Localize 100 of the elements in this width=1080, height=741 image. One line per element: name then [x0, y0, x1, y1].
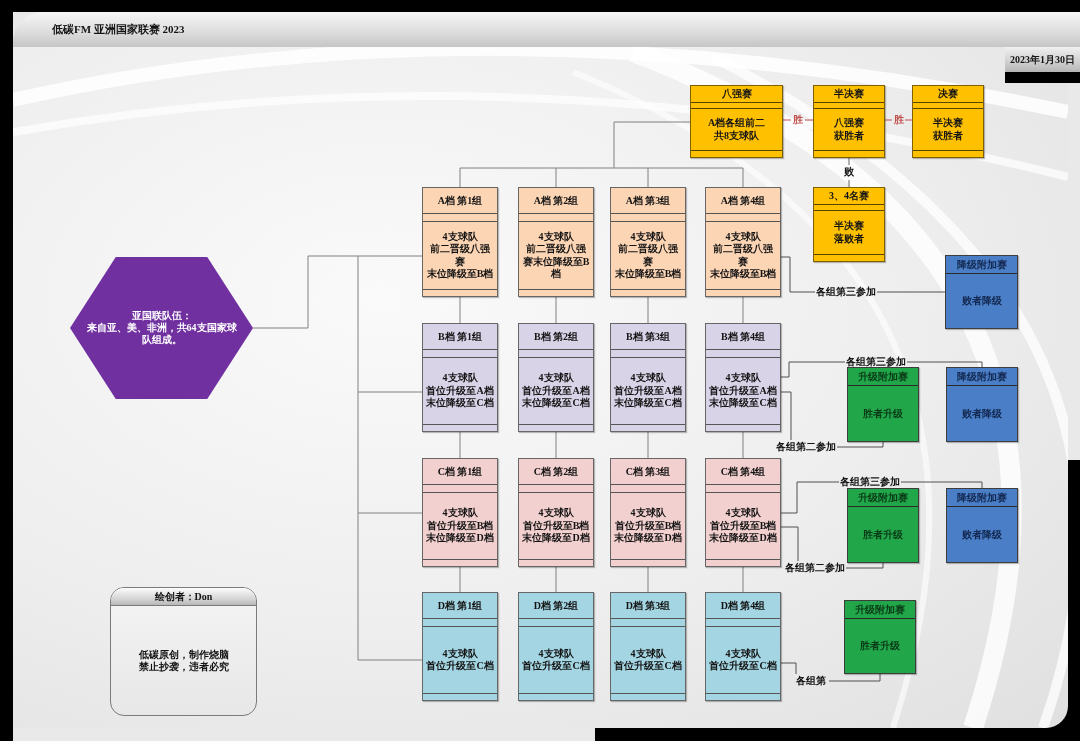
group-text: 末位降级至C档	[614, 397, 682, 410]
group-title: A档 第2组	[533, 193, 579, 208]
connector-label: 各组第三参加	[846, 357, 906, 367]
match-text: 获胜者	[834, 129, 864, 142]
group-text: 4支球队	[442, 507, 478, 520]
playoff-description: 败者降级	[962, 527, 1002, 542]
group-text: 4支球队	[442, 230, 478, 243]
connector-line	[647, 566, 649, 593]
group-text: 首位升级至B档	[709, 519, 777, 532]
credit-text: 低碳原创，制作烧脑	[138, 648, 229, 660]
match-text: 获胜者	[933, 129, 963, 142]
group-text: 末位降级至D档	[522, 532, 590, 545]
group-text: 4支球队	[630, 372, 666, 385]
connector-label: 胜	[893, 115, 904, 125]
slide-title: 低碳FM 亚洲国家联赛 2023	[52, 22, 185, 37]
group-title: B档 第3组	[625, 329, 671, 344]
group-text: 首位升级至C档	[426, 660, 494, 673]
connector-line	[647, 296, 649, 324]
connector-line	[782, 119, 814, 121]
group-text: 末位降级至B档	[426, 268, 494, 281]
group-title: D档 第2组	[533, 598, 579, 613]
group-text: 首位升级至A档	[426, 384, 494, 397]
group-title: C档 第4组	[720, 464, 766, 479]
team-pool-text: 来自亚、美、非洲，共64支国家球队组成。	[85, 322, 238, 346]
connector-line	[848, 157, 850, 188]
group-text: 4支球队	[725, 507, 761, 520]
group-text: 末位降级至D档	[709, 532, 777, 545]
group-text: 前二晋级八强赛	[429, 243, 491, 268]
group-text: 4支球队	[442, 647, 478, 660]
group-text: 4支球队	[538, 507, 574, 520]
group-text: 4支球队	[725, 372, 761, 385]
connector-line	[742, 296, 744, 324]
playoff-description: 胜者升级	[863, 527, 903, 542]
playoff-title: 降级附加赛	[957, 369, 1007, 384]
playoff-title: 升级附加赛	[858, 369, 908, 384]
group-title: A档 第4组	[720, 193, 766, 208]
group-title: C档 第3组	[625, 464, 671, 479]
playoff-description: 败者降级	[961, 294, 1002, 308]
group-title: C档 第2组	[533, 464, 579, 479]
match-text: 落败者	[834, 232, 864, 245]
connector-label: 各组第二参加	[785, 563, 845, 573]
group-title: B档 第2组	[533, 329, 579, 344]
connector-label: 各组第三参加	[840, 477, 900, 487]
group-text: 4支球队	[725, 647, 761, 660]
connector-line	[555, 431, 557, 459]
group-text: 末位降级至B档	[709, 268, 777, 281]
group-title: D档 第3组	[625, 598, 671, 613]
group-title: B档 第1组	[437, 329, 483, 344]
playoff-description: 败者降级	[962, 406, 1002, 421]
connector-line	[459, 296, 461, 324]
group-title: C档 第1组	[437, 464, 483, 479]
group-text: 4支球队	[630, 230, 666, 243]
group-text: 4支球队	[538, 230, 574, 243]
connector-label: 各组第	[796, 676, 826, 686]
group-text: 首位升级至A档	[522, 384, 590, 397]
group-text: 前二晋级八强赛	[617, 243, 679, 268]
playoff-description: 胜者升级	[863, 406, 903, 421]
group-text: 末位降级至D档	[426, 532, 494, 545]
group-text: 首位升级至B档	[522, 519, 590, 532]
group-text: 4支球队	[442, 372, 478, 385]
connector-label: 败	[844, 167, 854, 177]
match-text: A档各组前二	[707, 117, 766, 130]
group-text: 首位升级至A档	[614, 384, 682, 397]
date-label: 2023年1月30日	[1005, 47, 1080, 72]
group-title: A档 第3组	[625, 193, 671, 208]
playoff-title: 升级附加赛	[855, 602, 905, 617]
group-text: 首位升级至B档	[426, 519, 494, 532]
group-text: 首位升级至C档	[522, 660, 590, 673]
match-text: 半决赛	[933, 117, 963, 130]
match-text: 共8支球队	[714, 129, 759, 142]
connector-line	[555, 566, 557, 593]
credit-title: 绘创者：Don	[154, 589, 213, 604]
credit-text: 禁止抄袭，违者必究	[138, 660, 229, 673]
match-text: 八强赛	[834, 117, 864, 130]
playoff-description: 胜者升级	[860, 639, 900, 653]
connector-label: 胜	[793, 115, 803, 125]
group-title: D档 第1组	[437, 598, 483, 613]
group-title: A档 第1组	[437, 193, 483, 208]
playoff-title: 升级附加赛	[858, 490, 908, 505]
match-title: 半决赛	[834, 87, 864, 101]
group-text: 前二晋级八强赛末位降级至B档	[521, 243, 591, 281]
group-text: 末位降级至B档	[614, 268, 682, 281]
connector-line	[742, 431, 744, 459]
group-text: 末位降级至D档	[614, 532, 682, 545]
match-title: 八强赛	[721, 87, 752, 101]
connector-line	[459, 566, 461, 593]
group-text: 首位升级至A档	[709, 384, 777, 397]
match-text: 半决赛	[834, 220, 864, 233]
team-pool-text: 亚国联队伍：	[131, 310, 192, 322]
playoff-title: 降级附加赛	[957, 490, 1007, 505]
group-text: 4支球队	[630, 507, 666, 520]
connector-line	[459, 431, 461, 459]
match-title: 3、4名赛	[829, 189, 869, 203]
group-text: 末位降级至C档	[522, 397, 590, 410]
group-title: B档 第4组	[720, 329, 766, 344]
connector-line	[742, 566, 744, 593]
group-text: 4支球队	[538, 647, 574, 660]
connector-line	[884, 119, 913, 121]
group-text: 首位升级至C档	[709, 660, 777, 673]
group-text: 首位升级至B档	[614, 519, 682, 532]
